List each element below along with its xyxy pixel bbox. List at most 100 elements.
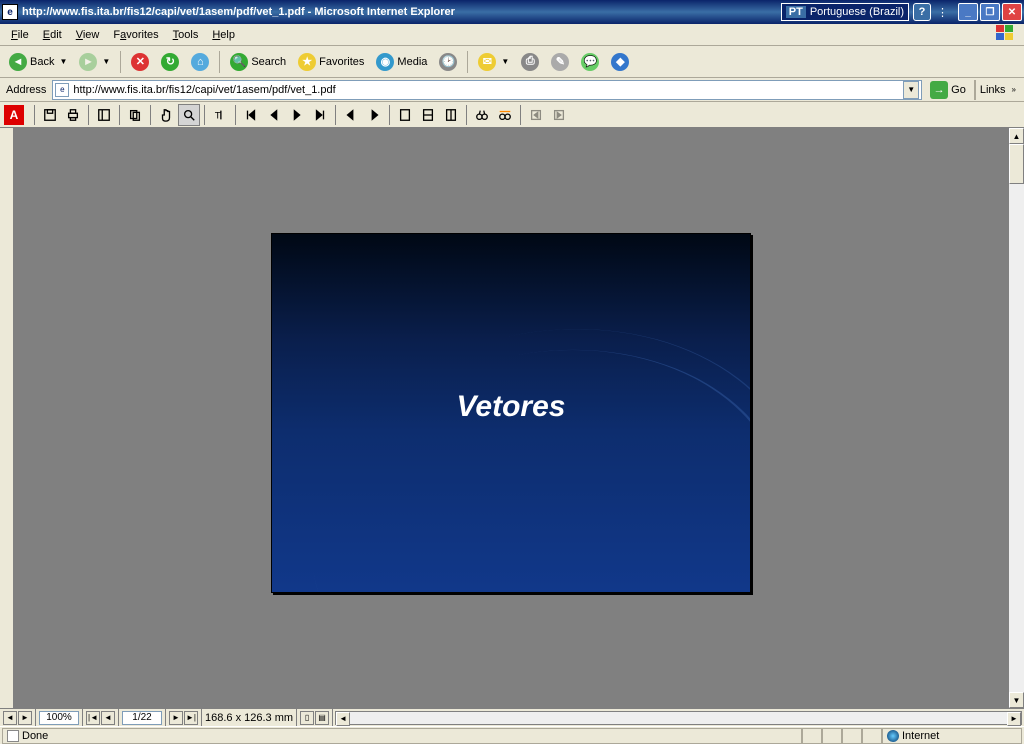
sb-first-page-button[interactable]: |◄: [86, 711, 100, 725]
address-dropdown[interactable]: ▼: [903, 81, 919, 99]
pdf-next-view-button[interactable]: [363, 104, 385, 126]
minimize-button[interactable]: _: [958, 3, 978, 21]
magnifier-icon: [182, 108, 196, 122]
scroll-track[interactable]: [1009, 144, 1024, 692]
status-pane: [862, 728, 882, 744]
close-button[interactable]: ✕: [1002, 3, 1022, 21]
go-arrow-icon: →: [930, 81, 948, 99]
next-icon: [290, 108, 304, 122]
mail-button[interactable]: ✉▼: [473, 50, 514, 74]
sb-prev-page-button[interactable]: ◄: [101, 711, 115, 725]
address-box[interactable]: e ▼: [52, 80, 922, 100]
history-button[interactable]: 🕑: [434, 50, 462, 74]
pdf-nav-pane-collapsed[interactable]: [0, 128, 14, 708]
pdf-last-page-button[interactable]: [309, 104, 331, 126]
status-text: Done: [22, 730, 48, 742]
print-icon: ⎙: [521, 53, 539, 71]
pdf-actual-size-button[interactable]: [394, 104, 416, 126]
sb-last-page-button[interactable]: ►|: [184, 711, 198, 725]
address-input[interactable]: [73, 84, 903, 96]
zone-label: Internet: [902, 730, 939, 742]
chat-icon: 💬: [581, 53, 599, 71]
hscroll-right-button[interactable]: ►: [1007, 712, 1021, 726]
edit-button[interactable]: ✎: [546, 50, 574, 74]
page-input[interactable]: [122, 711, 162, 725]
resize-separator-icon: ⋮: [935, 6, 950, 19]
menu-favorites[interactable]: Favorites: [106, 27, 165, 43]
discuss-button[interactable]: 💬: [576, 50, 604, 74]
scroll-up-button[interactable]: ▲: [1009, 128, 1024, 144]
pdf-prev-view-button[interactable]: [340, 104, 362, 126]
status-pane: [802, 728, 822, 744]
pdf-next-page-button[interactable]: [286, 104, 308, 126]
help-button[interactable]: ?: [913, 3, 931, 21]
menu-view[interactable]: View: [69, 27, 107, 43]
slide-title: Vetores: [457, 390, 566, 424]
prev-icon: [267, 108, 281, 122]
search-pdf-icon: [498, 108, 512, 122]
pdf-hand-tool-button[interactable]: [155, 104, 177, 126]
zoom-in-button[interactable]: ►: [18, 711, 32, 725]
sb-next-page-button[interactable]: ►: [169, 711, 183, 725]
menu-help[interactable]: Help: [205, 27, 242, 43]
refresh-button[interactable]: ↻: [156, 50, 184, 74]
go-button[interactable]: →Go: [926, 81, 970, 99]
actual-size-icon: [398, 108, 412, 122]
horizontal-scrollbar[interactable]: ◄ ►: [335, 711, 1022, 725]
ie-icon: e: [2, 4, 18, 20]
maximize-button[interactable]: ❐: [980, 3, 1000, 21]
pdf-ebook-next-button[interactable]: [548, 104, 570, 126]
pdf-prev-page-button[interactable]: [263, 104, 285, 126]
zoom-input[interactable]: [39, 711, 79, 725]
refresh-icon: ↻: [161, 53, 179, 71]
scroll-down-button[interactable]: ▼: [1009, 692, 1024, 708]
last-icon: [313, 108, 327, 122]
pdf-ebook-prev-button[interactable]: [525, 104, 547, 126]
pdf-print-button[interactable]: [62, 104, 84, 126]
window-titlebar: e http://www.fis.ita.br/fis12/capi/vet/1…: [0, 0, 1024, 24]
pdf-copy-button[interactable]: [124, 104, 146, 126]
media-icon: ◉: [376, 53, 394, 71]
windows-flag-icon: [996, 25, 1020, 43]
status-message-pane: Done: [2, 728, 802, 744]
page-layout-cont-button[interactable]: ▤: [315, 711, 329, 725]
edit-icon: ✎: [551, 53, 569, 71]
pdf-text-select-button[interactable]: T: [209, 104, 231, 126]
language-indicator[interactable]: PT Portuguese (Brazil): [781, 3, 909, 21]
ebook-next-icon: [552, 108, 566, 122]
fwd-view-icon: [367, 108, 381, 122]
menu-file[interactable]: File: [4, 27, 36, 43]
menu-edit[interactable]: Edit: [36, 27, 69, 43]
pdf-find-button[interactable]: [471, 104, 493, 126]
pdf-canvas[interactable]: Vetores: [14, 128, 1008, 708]
pdf-save-button[interactable]: [39, 104, 61, 126]
dropdown-icon: ▼: [59, 57, 67, 66]
kite-icon: ◆: [611, 53, 629, 71]
pdf-fit-width-button[interactable]: [440, 104, 462, 126]
page-layout-single-button[interactable]: ▯: [300, 711, 314, 725]
vertical-scrollbar[interactable]: ▲ ▼: [1008, 128, 1024, 708]
media-button[interactable]: ◉Media: [371, 50, 432, 74]
pdf-fit-page-button[interactable]: [417, 104, 439, 126]
pdf-viewer: Vetores ▲ ▼: [0, 128, 1024, 708]
search-button[interactable]: 🔍Search: [225, 50, 291, 74]
menu-tools[interactable]: Tools: [166, 27, 206, 43]
print-button[interactable]: ⎙: [516, 50, 544, 74]
ie-toolbar: ◄Back▼ ►▼ ✕ ↻ ⌂ 🔍Search ★Favorites ◉Medi…: [0, 46, 1024, 78]
stop-button[interactable]: ✕: [126, 50, 154, 74]
forward-button[interactable]: ►▼: [74, 50, 115, 74]
favorites-button[interactable]: ★Favorites: [293, 50, 369, 74]
pdf-search-button[interactable]: [494, 104, 516, 126]
hand-icon: [159, 108, 173, 122]
ie-status-bar: Done Internet: [0, 726, 1024, 744]
zoom-out-button[interactable]: ◄: [3, 711, 17, 725]
pdf-first-page-button[interactable]: [240, 104, 262, 126]
back-button[interactable]: ◄Back▼: [4, 50, 72, 74]
links-button[interactable]: Links»: [974, 80, 1020, 100]
pdf-zoom-tool-button[interactable]: [178, 104, 200, 126]
hscroll-left-button[interactable]: ◄: [336, 712, 350, 726]
messenger-button[interactable]: ◆: [606, 50, 634, 74]
home-button[interactable]: ⌂: [186, 50, 214, 74]
pdf-show-nav-button[interactable]: [93, 104, 115, 126]
scroll-thumb[interactable]: [1009, 144, 1024, 184]
